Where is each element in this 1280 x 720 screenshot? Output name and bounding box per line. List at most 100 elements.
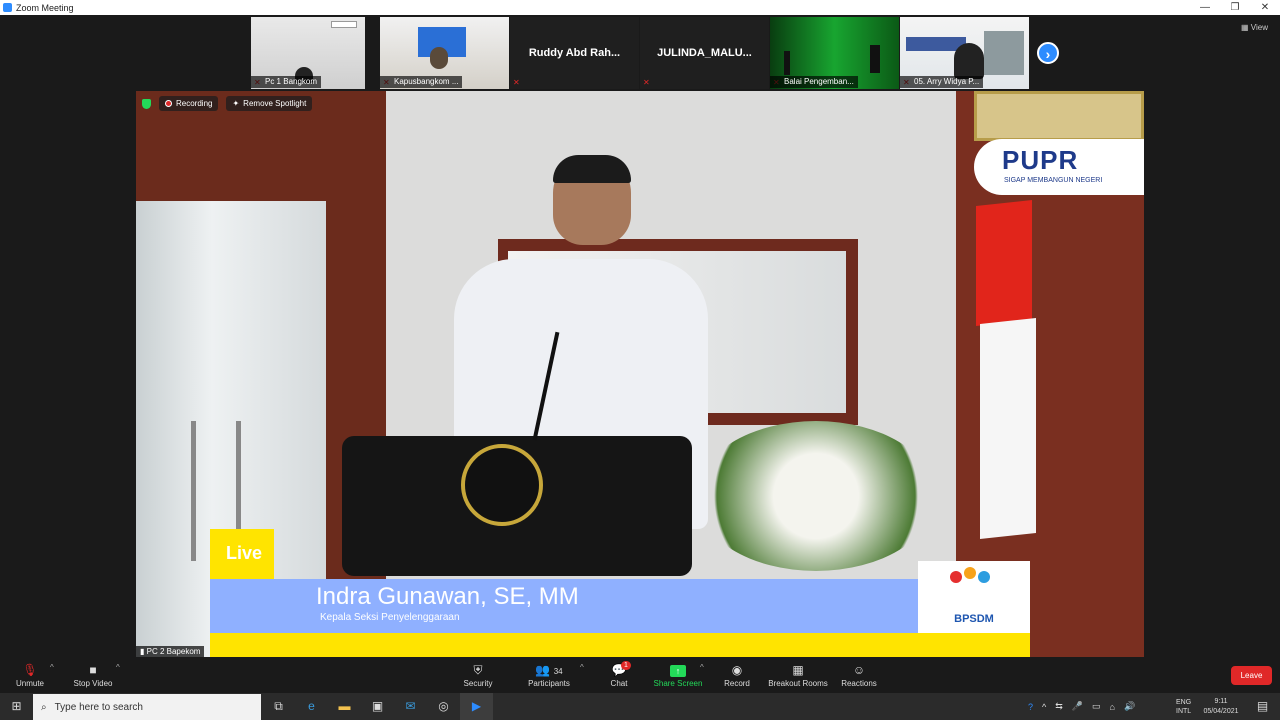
chrome-icon[interactable]: ◎ bbox=[427, 693, 460, 720]
bpsdm-logo: BPSDM bbox=[918, 561, 1030, 633]
podium-emblem bbox=[461, 444, 543, 526]
unmute-button[interactable]: 🎙 Unmute bbox=[8, 662, 52, 689]
pin-icon: ✦ bbox=[232, 99, 240, 108]
video-camera-icon: ■ bbox=[89, 663, 97, 677]
lower-third-stripe bbox=[210, 633, 1030, 657]
audio-options-caret[interactable]: ^ bbox=[50, 663, 54, 672]
system-tray: ? ^ ⇆ 🎤 ▭ ⌂ 🔊 bbox=[1028, 693, 1135, 720]
view-label: View bbox=[1250, 23, 1268, 32]
participant-name: Kapusbangkom ... bbox=[380, 76, 463, 88]
signal-icon: ▮ bbox=[140, 647, 147, 656]
muted-mic-icon: ✕ bbox=[643, 78, 650, 87]
edge-browser-icon[interactable]: e bbox=[295, 693, 328, 720]
meeting-stage: ✕ Pc 1 Bangkom ✕ Kapusbangkom ... Ruddy … bbox=[0, 15, 1280, 660]
meeting-status-bar: Recording ✦ Remove Spotlight bbox=[142, 96, 313, 111]
thumbnail-video[interactable]: ✕ 05. Arry Widya P... bbox=[900, 17, 1029, 89]
network-icon[interactable]: ⌂ bbox=[1110, 702, 1115, 712]
help-icon[interactable]: ? bbox=[1028, 702, 1033, 712]
windows-taskbar: ⊞ ⌕ Type here to search ⧉ e ▬ ▣ ✉ ◎ ▶ ? … bbox=[0, 693, 1280, 720]
reactions-button[interactable]: ☺ Reactions bbox=[840, 662, 878, 689]
participant-name: Pc 1 Bangkom bbox=[251, 76, 322, 88]
remove-spotlight-label: Remove Spotlight bbox=[243, 99, 307, 108]
recording-dot-icon bbox=[165, 100, 172, 107]
window-titlebar: Zoom Meeting — ❐ ✕ bbox=[0, 0, 1280, 15]
thumbnail-video[interactable]: ✕ Pc 1 Bangkom bbox=[251, 17, 365, 89]
search-icon: ⌕ bbox=[41, 701, 47, 713]
chat-icon: 💬 1 bbox=[604, 661, 634, 679]
file-explorer-icon[interactable]: ▬ bbox=[328, 693, 361, 720]
zoom-app-icon bbox=[3, 3, 12, 12]
pupr-tagline: SIGAP MEMBANGUN NEGERI bbox=[1004, 177, 1103, 184]
security-shield-icon[interactable] bbox=[142, 98, 151, 109]
task-view-icon[interactable]: ⧉ bbox=[262, 693, 295, 720]
record-button[interactable]: ◉ Record bbox=[720, 662, 754, 689]
shield-icon: ⛨ bbox=[473, 663, 483, 677]
thumbnail-video[interactable]: Ruddy Abd Rah... ✕ bbox=[510, 17, 639, 89]
thumbnail-video[interactable]: JULINDA_MALU... ✕ bbox=[640, 17, 769, 89]
microphone-tray-icon[interactable]: 🎤 bbox=[1072, 701, 1083, 712]
speaker-role: Kepala Seksi Penyelenggaraan bbox=[320, 612, 460, 623]
next-page-button[interactable]: › bbox=[1037, 42, 1059, 64]
muted-mic-icon: ✕ bbox=[513, 78, 520, 87]
usb-icon[interactable]: ⇆ bbox=[1055, 701, 1063, 712]
record-icon: ◉ bbox=[731, 663, 743, 677]
store-icon[interactable]: ▣ bbox=[361, 693, 394, 720]
thumbnail-video[interactable]: ✕ Kapusbangkom ... bbox=[380, 17, 509, 89]
bpsdm-text: BPSDM bbox=[954, 613, 994, 625]
participant-name: 05. Arry Widya P... bbox=[900, 76, 984, 88]
participants-button[interactable]: 👥 34 Participants bbox=[522, 662, 576, 689]
live-label: Live bbox=[226, 543, 263, 563]
taskbar-search-input[interactable]: ⌕ Type here to search bbox=[33, 694, 261, 720]
thumbnail-video[interactable]: ✕ Balai Pengemban... bbox=[770, 17, 899, 89]
breakout-rooms-icon: ▦ bbox=[792, 663, 804, 677]
speaker-name: Indra Gunawan, SE, MM bbox=[316, 583, 579, 610]
stop-video-button[interactable]: ■ Stop Video bbox=[66, 662, 120, 689]
mail-icon[interactable]: ✉ bbox=[394, 693, 427, 720]
flag-white bbox=[980, 318, 1036, 539]
volume-icon[interactable]: 🔊 bbox=[1124, 701, 1135, 712]
participants-options-caret[interactable]: ^ bbox=[580, 663, 584, 672]
restore-button[interactable]: ❐ bbox=[1220, 0, 1250, 15]
window-title: Zoom Meeting bbox=[16, 2, 74, 13]
meeting-toolbar: 🎙 Unmute ^ ■ Stop Video ^ ⛨ Security 👥 3… bbox=[0, 660, 1280, 693]
breakout-rooms-button[interactable]: ▦ Breakout Rooms bbox=[766, 662, 830, 689]
participants-count: 34 bbox=[553, 667, 563, 676]
recording-indicator[interactable]: Recording bbox=[159, 96, 219, 111]
flower-arrangement bbox=[696, 421, 936, 571]
recording-label: Recording bbox=[176, 99, 213, 108]
chat-badge: 1 bbox=[621, 661, 631, 670]
leave-button[interactable]: Leave bbox=[1231, 666, 1272, 685]
camera-tray-icon[interactable]: ▭ bbox=[1092, 701, 1101, 712]
participant-name: Balai Pengemban... bbox=[770, 76, 858, 88]
remove-spotlight-button[interactable]: ✦ Remove Spotlight bbox=[226, 96, 313, 111]
close-button[interactable]: ✕ bbox=[1250, 0, 1280, 15]
minimize-button[interactable]: — bbox=[1190, 0, 1220, 15]
participants-icon: 👥 34 bbox=[535, 663, 563, 677]
flag-red bbox=[976, 200, 1032, 326]
participant-name-label: ▮ PC 2 Bapekom bbox=[136, 646, 205, 657]
share-options-caret[interactable]: ^ bbox=[700, 663, 704, 672]
language-indicator[interactable]: ENG INTL bbox=[1176, 693, 1191, 720]
muted-mic-icon: 🎙 bbox=[22, 663, 38, 677]
pupr-logo: PUPR SIGAP MEMBANGUN NEGERI bbox=[974, 139, 1144, 195]
share-screen-icon: ↑ bbox=[652, 662, 704, 679]
security-button[interactable]: ⛨ Security bbox=[458, 662, 498, 689]
live-badge: Live bbox=[210, 529, 274, 579]
view-button[interactable]: ▦ View bbox=[1241, 23, 1268, 32]
zoom-taskbar-icon[interactable]: ▶ bbox=[460, 693, 493, 720]
participant-name: Ruddy Abd Rah... bbox=[528, 47, 621, 59]
video-options-caret[interactable]: ^ bbox=[116, 663, 120, 672]
smiley-icon: ☺ bbox=[852, 663, 866, 677]
participant-name: JULINDA_MALU... bbox=[657, 47, 752, 59]
spotlight-video[interactable]: PUPR SIGAP MEMBANGUN NEGERI Live Indra G… bbox=[136, 91, 1144, 657]
show-hidden-icons[interactable]: ^ bbox=[1042, 702, 1046, 712]
lower-third-bar: Indra Gunawan, SE, MM Kepala Seksi Penye… bbox=[210, 579, 918, 633]
pupr-logo-text: PUPR bbox=[1002, 145, 1079, 175]
windows-start-icon[interactable]: ⊞ bbox=[0, 693, 33, 720]
clock[interactable]: 9:11 05/04/2021 bbox=[1200, 693, 1242, 720]
chat-button[interactable]: 💬 1 Chat bbox=[604, 661, 634, 689]
notifications-icon[interactable]: ▤ bbox=[1246, 693, 1279, 720]
grid-icon: ▦ bbox=[1241, 23, 1251, 32]
share-screen-button[interactable]: ↑ Share Screen bbox=[652, 662, 704, 689]
search-placeholder: Type here to search bbox=[54, 701, 143, 713]
